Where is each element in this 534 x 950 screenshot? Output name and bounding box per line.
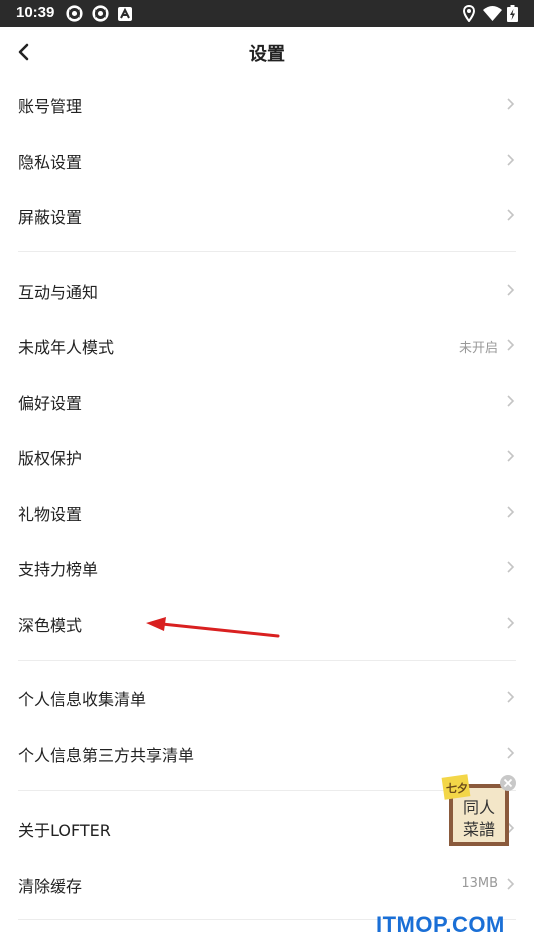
setting-gift[interactable]: 礼物设置 — [0, 484, 534, 540]
setting-label: 版权保护 — [18, 449, 83, 468]
chevron-right-icon — [507, 450, 515, 462]
setting-copyright[interactable]: 版权保护 — [0, 428, 534, 484]
watermark: ITMOP.COM — [376, 912, 505, 937]
setting-dark-mode[interactable]: 深色模式 — [0, 595, 534, 651]
setting-label: 未成年人模式 — [18, 338, 115, 357]
setting-account[interactable]: 账号管理 — [0, 76, 534, 132]
setting-label: 账号管理 — [18, 97, 83, 116]
chevron-right-icon — [507, 339, 515, 351]
chevron-right-icon — [507, 154, 515, 166]
chevron-right-icon — [507, 878, 515, 890]
setting-label: 屏蔽设置 — [18, 208, 83, 227]
section-divider — [18, 251, 516, 252]
setting-label: 互动与通知 — [18, 283, 99, 302]
setting-preference[interactable]: 偏好设置 — [0, 373, 534, 429]
setting-label: 支持力榜单 — [18, 560, 99, 579]
setting-label: 礼物设置 — [18, 505, 83, 524]
chevron-right-icon — [507, 506, 515, 518]
promo-title-top: 同人 — [463, 798, 496, 817]
section-divider — [18, 660, 516, 661]
setting-info-collect[interactable]: 个人信息收集清单 — [0, 669, 534, 725]
setting-value: 未开启 — [458, 341, 498, 356]
sync-icon — [66, 5, 83, 22]
setting-label: 个人信息第三方共享清单 — [18, 746, 195, 765]
chevron-right-icon — [507, 691, 515, 703]
setting-label: 偏好设置 — [18, 394, 83, 413]
battery-charging-icon — [507, 5, 518, 22]
page-title: 设置 — [249, 44, 285, 65]
setting-third-party[interactable]: 个人信息第三方共享清单 — [0, 725, 534, 781]
status-bar: 10:39 — [0, 0, 534, 27]
chevron-right-icon — [507, 561, 515, 573]
wifi-icon — [483, 6, 502, 21]
setting-label: 深色模式 — [18, 616, 83, 635]
setting-support-rank[interactable]: 支持力榜单 — [0, 539, 534, 595]
sync-icon — [92, 5, 109, 22]
promo-title-bottom: 菜譜 — [463, 820, 496, 839]
location-icon — [463, 5, 475, 22]
setting-label: 清除缓存 — [18, 877, 83, 896]
floating-promo[interactable]: 七夕 同人 菜譜 — [441, 774, 519, 850]
notification-a-icon — [118, 7, 132, 21]
setting-interaction[interactable]: 互动与通知 — [0, 262, 534, 318]
chevron-right-icon — [507, 747, 515, 759]
chevron-right-icon — [507, 617, 515, 629]
close-icon[interactable] — [499, 774, 517, 792]
chevron-right-icon — [507, 284, 515, 296]
chevron-right-icon — [507, 98, 515, 110]
setting-label: 关于LOFTER — [18, 821, 111, 840]
setting-value: 13MB — [461, 876, 498, 891]
setting-minor-mode[interactable]: 未成年人模式 未开启 — [0, 317, 534, 373]
setting-block[interactable]: 屏蔽设置 — [0, 187, 534, 243]
status-time: 10:39 — [16, 4, 55, 21]
setting-privacy[interactable]: 隐私设置 — [0, 132, 534, 188]
setting-label: 隐私设置 — [18, 153, 83, 172]
header: 设置 — [0, 27, 534, 77]
chevron-right-icon — [507, 395, 515, 407]
setting-clear-cache[interactable]: 清除缓存 13MB — [0, 856, 534, 912]
setting-label: 个人信息收集清单 — [18, 690, 147, 709]
chevron-right-icon — [507, 209, 515, 221]
